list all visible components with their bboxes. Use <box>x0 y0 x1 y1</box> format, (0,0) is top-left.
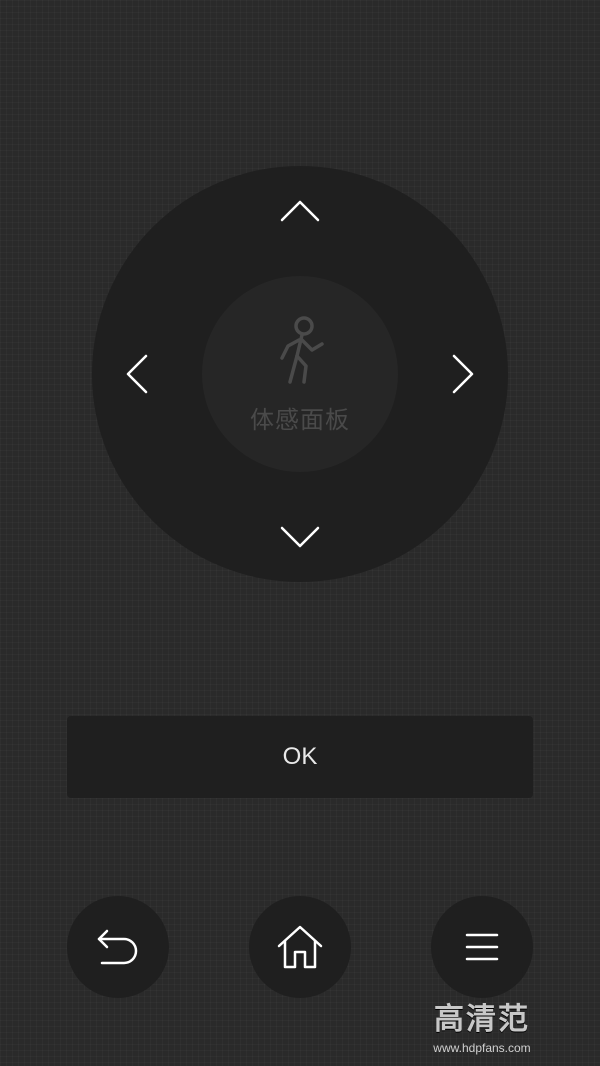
ok-button[interactable]: OK <box>67 716 533 798</box>
chevron-down-icon <box>280 526 320 548</box>
chevron-up-icon <box>280 200 320 222</box>
home-icon <box>277 925 323 969</box>
dpad-up-button[interactable] <box>270 180 330 240</box>
dpad-right-button[interactable] <box>434 344 494 404</box>
menu-button[interactable] <box>431 896 533 998</box>
running-person-icon <box>280 316 324 384</box>
dpad-left-button[interactable] <box>106 344 166 404</box>
ok-label: OK <box>282 743 318 770</box>
motion-panel-button[interactable]: 体感面板 <box>202 276 398 472</box>
watermark-brand: 高清范 <box>434 1002 530 1037</box>
dpad-down-button[interactable] <box>270 508 330 568</box>
watermark: 高清范 www.hdpfans.com <box>420 1000 544 1056</box>
chevron-left-icon <box>126 354 148 394</box>
back-arrow-icon <box>97 929 138 965</box>
chevron-right-icon <box>452 354 474 394</box>
home-button[interactable] <box>249 896 351 998</box>
watermark-url: www.hdpfans.com <box>433 1041 531 1055</box>
motion-panel-label: 体感面板 <box>250 406 350 434</box>
dpad: 体感面板 <box>92 166 508 582</box>
back-button[interactable] <box>67 896 169 998</box>
menu-icon <box>465 933 499 961</box>
